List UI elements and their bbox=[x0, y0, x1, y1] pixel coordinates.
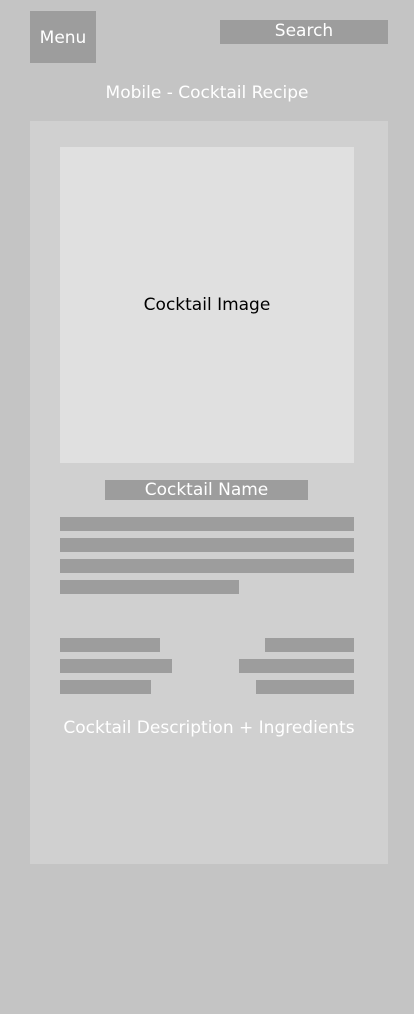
text-line-placeholder bbox=[60, 517, 354, 531]
text-line-placeholder bbox=[60, 538, 354, 552]
ingredient-name-placeholder bbox=[60, 659, 172, 673]
ingredient-amount-placeholder bbox=[265, 638, 354, 652]
ingredient-name-placeholder bbox=[60, 680, 151, 694]
ingredient-amount-placeholder bbox=[239, 659, 354, 673]
cocktail-image-placeholder: Cocktail Image bbox=[60, 147, 354, 463]
ingredient-name-placeholder bbox=[60, 638, 160, 652]
search-input[interactable]: Search bbox=[220, 20, 388, 44]
description-ingredients-label: Cocktail Description + Ingredients bbox=[63, 718, 355, 738]
text-line-placeholder bbox=[60, 559, 354, 573]
page-title: Mobile - Cocktail Recipe bbox=[105, 83, 309, 103]
menu-button[interactable]: Menu bbox=[30, 11, 96, 63]
text-line-placeholder bbox=[60, 580, 239, 594]
ingredient-amount-placeholder bbox=[256, 680, 354, 694]
cocktail-image-label: Cocktail Image bbox=[143, 295, 271, 315]
recipe-card: Cocktail Image Cocktail Name Cocktail De… bbox=[30, 121, 388, 864]
cocktail-name: Cocktail Name bbox=[105, 480, 308, 500]
